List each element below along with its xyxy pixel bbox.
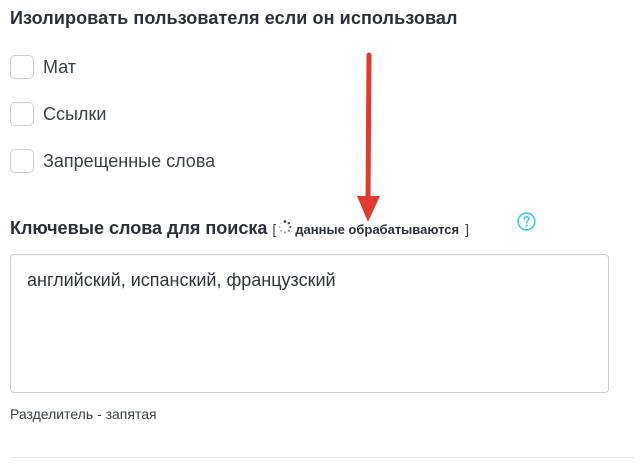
section-divider bbox=[10, 457, 634, 458]
checkbox-profanity[interactable] bbox=[10, 55, 34, 79]
loading-spinner-icon bbox=[279, 220, 292, 234]
checkbox-row-links[interactable]: Ссылки bbox=[10, 101, 106, 127]
keywords-title-row: Ключевые слова для поиска [ данные обраб… bbox=[10, 218, 469, 239]
checkbox-label-links[interactable]: Ссылки bbox=[43, 104, 106, 125]
question-circle-icon[interactable] bbox=[517, 212, 536, 231]
checkbox-row-profanity[interactable]: Мат bbox=[10, 54, 76, 80]
isolate-section-title: Изолировать пользователя если он использ… bbox=[10, 8, 458, 28]
checkbox-forbidden-words[interactable] bbox=[10, 149, 34, 173]
checkbox-row-forbidden-words[interactable]: Запрещенные слова bbox=[10, 148, 215, 174]
checkbox-links[interactable] bbox=[10, 102, 34, 126]
keywords-title: Ключевые слова для поиска bbox=[10, 218, 268, 238]
status-bracket-close: ] bbox=[465, 221, 470, 237]
red-arrow-icon bbox=[357, 52, 380, 222]
checkbox-label-forbidden-words[interactable]: Запрещенные слова bbox=[43, 151, 215, 172]
status-bracket-open: [ bbox=[272, 221, 277, 237]
keywords-textarea[interactable]: английский, испанский, французский bbox=[10, 254, 609, 393]
checkbox-label-profanity[interactable]: Мат bbox=[43, 57, 76, 78]
moderation-settings-panel: Изолировать пользователя если он использ… bbox=[0, 0, 642, 471]
separator-hint: Разделитель - запятая bbox=[10, 406, 157, 422]
